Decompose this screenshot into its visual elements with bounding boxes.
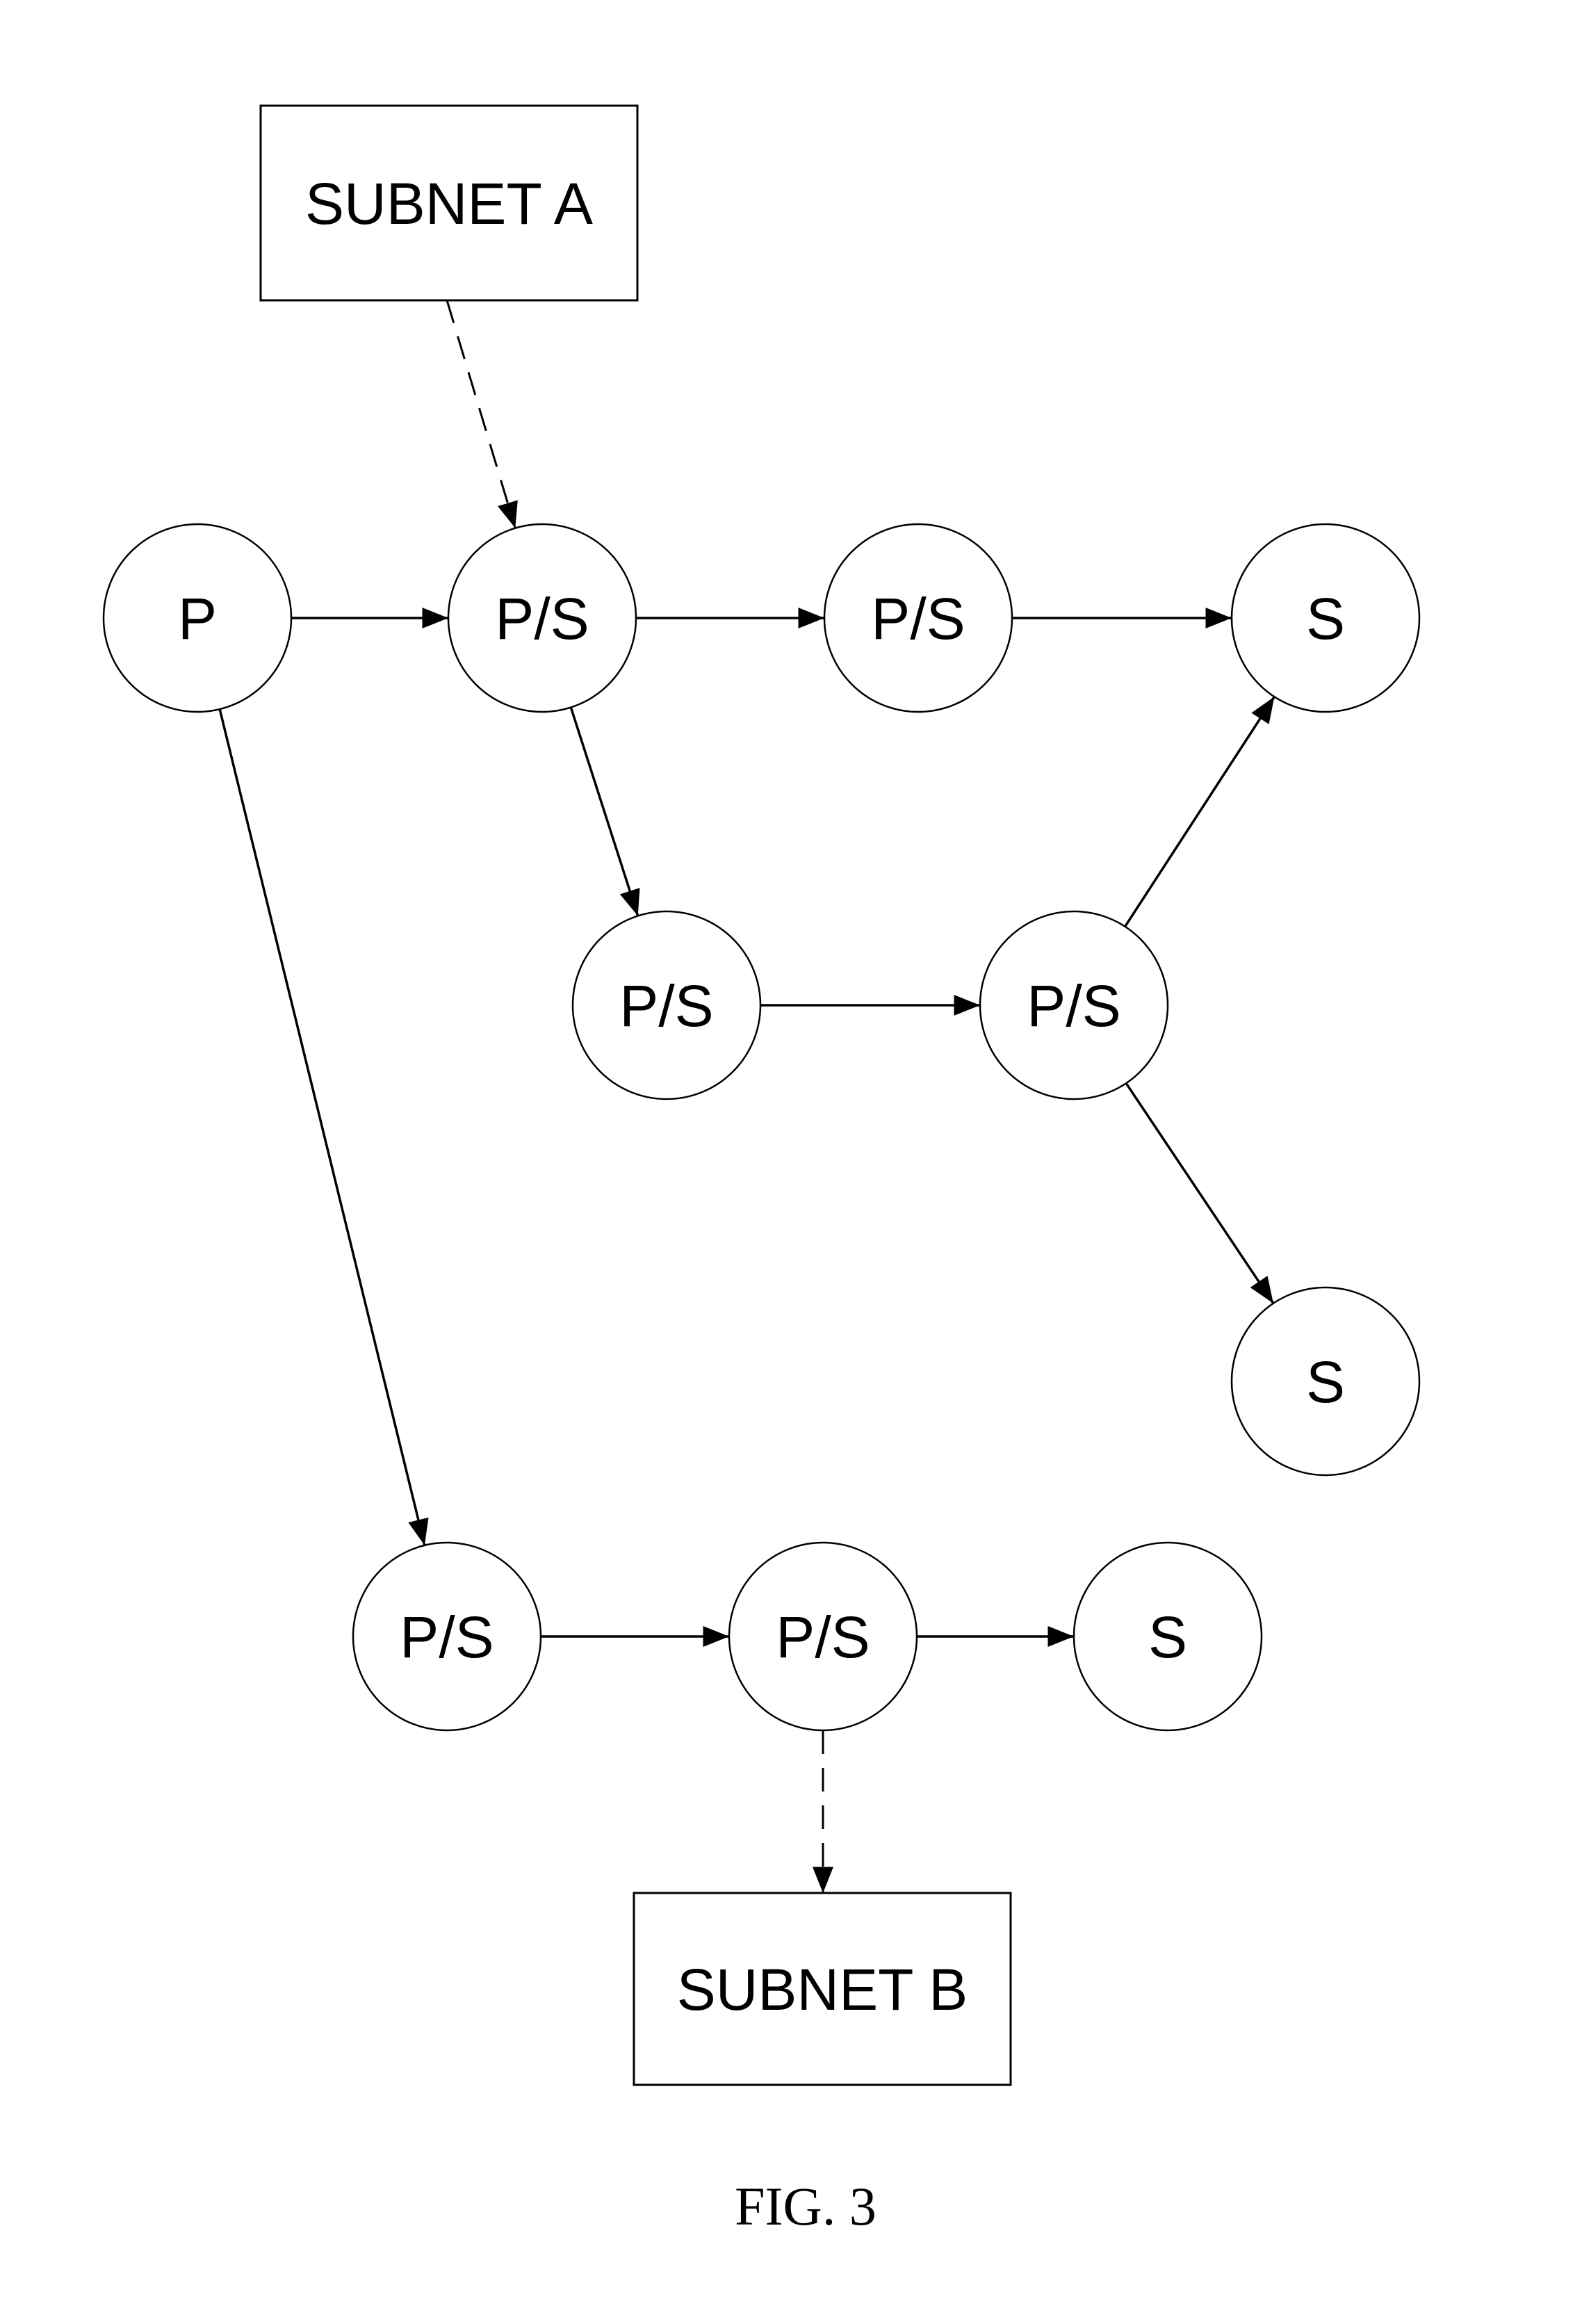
node-label: S — [1148, 1604, 1187, 1670]
edge-p-to-ps5 — [218, 708, 429, 1546]
figure-caption: FIG. 3 — [735, 2176, 876, 2236]
node-s1: S — [1230, 523, 1421, 713]
nodes-layer: P P/S P/S S P/S P/S S P/S P/S S — [102, 523, 1421, 1732]
edge-subnetA-to-ps1 — [446, 300, 518, 529]
node-label: P/S — [400, 1604, 494, 1670]
node-label: P/S — [619, 973, 713, 1039]
node-ps4: P/S — [979, 910, 1169, 1100]
box-subneta: SUBNET A — [259, 104, 639, 302]
node-s2: S — [1230, 1286, 1421, 1477]
node-label: P/S — [495, 586, 589, 651]
node-ps3: P/S — [571, 910, 762, 1100]
box-label: SUBNET A — [305, 171, 593, 236]
edge-ps1-to-ps3 — [569, 706, 640, 917]
node-label: P/S — [871, 586, 965, 651]
network-diagram: SUBNET ASUBNET B P P/S P/S SP/S P/SSP/S P/S S … — [102, 104, 1421, 2236]
node-s3: S — [1073, 1541, 1263, 1732]
edge-ps4-to-s1 — [1124, 696, 1275, 927]
node-label: P — [178, 586, 217, 651]
node-ps6: P/S — [728, 1541, 918, 1732]
boxes-layer: SUBNET A SUBNET B — [259, 104, 1012, 2086]
edge-ps4-to-s2 — [1125, 1082, 1275, 1304]
node-label: S — [1306, 586, 1345, 651]
node-label: P/S — [776, 1604, 870, 1670]
node-label: P/S — [1027, 973, 1120, 1039]
box-subnetb: SUBNET B — [633, 1892, 1012, 2086]
node-ps1: P/S — [447, 523, 637, 713]
node-label: S — [1306, 1349, 1345, 1415]
node-ps5: P/S — [352, 1541, 542, 1732]
node-p: P — [102, 523, 293, 713]
box-label: SUBNET B — [677, 1957, 968, 2022]
node-ps2: P/S — [823, 523, 1013, 713]
